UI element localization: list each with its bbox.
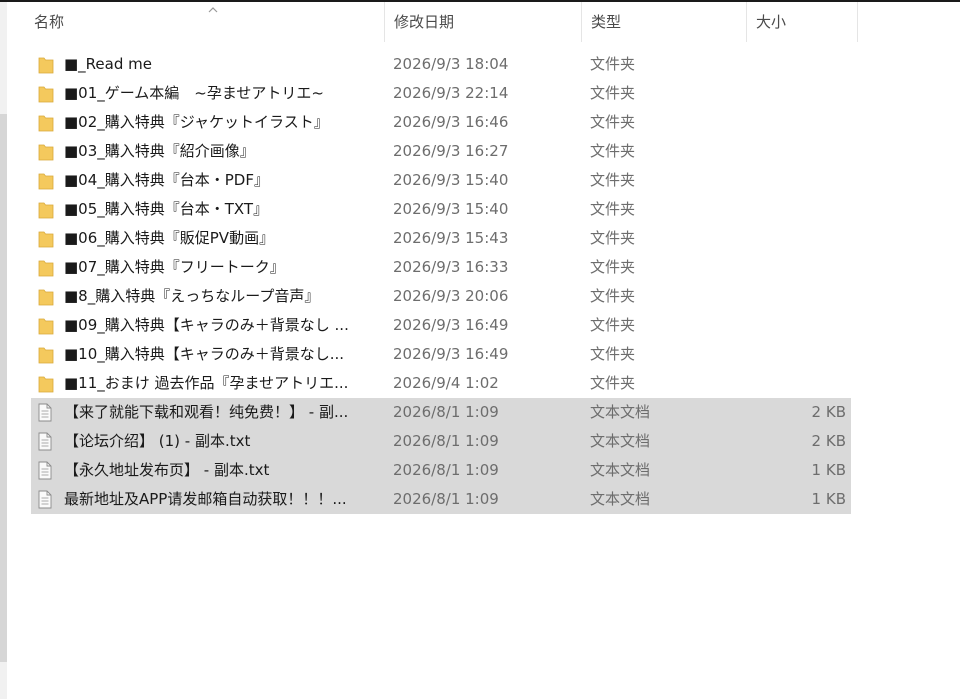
file-type: 文件夹 bbox=[590, 113, 636, 131]
file-row[interactable]: ■8_購入特典『えっちなループ音声』 2026/9/3 20:06 文件夹 bbox=[31, 282, 851, 311]
file-row-selected[interactable]: 【来了就能下载和观看！纯免费！】 - 副... 2026/8/1 1:09 文本… bbox=[31, 398, 851, 427]
file-type: 文本文档 bbox=[590, 461, 651, 479]
file-type: 文件夹 bbox=[590, 258, 636, 276]
file-row[interactable]: ■05_購入特典『台本・TXT』 2026/9/3 15:40 文件夹 bbox=[31, 195, 851, 224]
file-date: 2026/9/3 16:33 bbox=[393, 258, 509, 276]
column-header-date[interactable]: 修改日期 bbox=[384, 2, 581, 42]
file-date: 2026/8/1 1:09 bbox=[393, 432, 499, 450]
file-date: 2026/9/3 16:27 bbox=[393, 142, 509, 160]
navigation-scrollbar-thumb[interactable] bbox=[0, 114, 7, 662]
file-date: 2026/9/3 15:40 bbox=[393, 200, 509, 218]
file-row[interactable]: ■04_購入特典『台本・PDF』 2026/9/3 15:40 文件夹 bbox=[31, 166, 851, 195]
file-list: ■_Read me 2026/9/3 18:04 文件夹 ■01_ゲーム本編 ~… bbox=[31, 50, 851, 514]
file-name: ■01_ゲーム本編 ~孕ませアトリエ~ bbox=[64, 84, 324, 102]
file-name: ■10_購入特典【キャラのみ＋背景なし... bbox=[64, 345, 345, 363]
file-row[interactable]: ■03_購入特典『紹介画像』 2026/9/3 16:27 文件夹 bbox=[31, 137, 851, 166]
file-row[interactable]: ■06_購入特典『販促PV動画』 2026/9/3 15:43 文件夹 bbox=[31, 224, 851, 253]
file-date: 2026/9/3 15:40 bbox=[393, 171, 509, 189]
file-row[interactable]: ■09_購入特典【キャラのみ＋背景なし ... 2026/9/3 16:49 文… bbox=[31, 311, 851, 340]
file-date: 2026/9/3 20:06 bbox=[393, 287, 509, 305]
file-name: ■06_購入特典『販促PV動画』 bbox=[64, 229, 275, 247]
file-type: 文件夹 bbox=[590, 374, 636, 392]
file-name: ■04_購入特典『台本・PDF』 bbox=[64, 171, 269, 189]
file-name: ■02_購入特典『ジャケットイラスト』 bbox=[64, 113, 329, 131]
file-name: 【论坛介绍】 (1) - 副本.txt bbox=[64, 432, 251, 450]
file-type: 文件夹 bbox=[590, 142, 636, 160]
file-date: 2026/8/1 1:09 bbox=[393, 461, 499, 479]
file-row[interactable]: ■_Read me 2026/9/3 18:04 文件夹 bbox=[31, 50, 851, 79]
file-size: 2 KB bbox=[811, 403, 846, 421]
file-size: 1 KB bbox=[811, 490, 846, 508]
column-header-name[interactable]: 名称 bbox=[12, 2, 384, 42]
file-type: 文件夹 bbox=[590, 316, 636, 334]
file-type: 文件夹 bbox=[590, 345, 636, 363]
file-name: ■11_おまけ 過去作品『孕ませアトリエ... bbox=[64, 374, 349, 392]
file-type: 文件夹 bbox=[590, 229, 636, 247]
file-row-selected[interactable]: 【论坛介绍】 (1) - 副本.txt 2026/8/1 1:09 文本文档 2… bbox=[31, 427, 851, 456]
column-header-type-label: 类型 bbox=[591, 13, 622, 31]
file-date: 2026/9/3 16:49 bbox=[393, 345, 509, 363]
file-name: ■_Read me bbox=[64, 55, 152, 73]
column-header-size[interactable]: 大小 bbox=[746, 2, 858, 42]
column-header-size-label: 大小 bbox=[756, 13, 787, 31]
file-name: ■03_購入特典『紹介画像』 bbox=[64, 142, 255, 160]
file-row-selected[interactable]: 【永久地址发布页】 - 副本.txt 2026/8/1 1:09 文本文档 1 … bbox=[31, 456, 851, 485]
file-date: 2026/8/1 1:09 bbox=[393, 490, 499, 508]
navigation-scrollbar[interactable] bbox=[0, 2, 7, 699]
file-date: 2026/9/3 16:49 bbox=[393, 316, 509, 334]
file-name: 最新地址及APP请发邮箱自动获取！！！... bbox=[64, 490, 347, 508]
file-row-selected[interactable]: 最新地址及APP请发邮箱自动获取！！！... 2026/8/1 1:09 文本文… bbox=[31, 485, 851, 514]
column-header-type[interactable]: 类型 bbox=[581, 2, 746, 42]
file-type: 文件夹 bbox=[590, 55, 636, 73]
file-row[interactable]: ■11_おまけ 過去作品『孕ませアトリエ... 2026/9/4 1:02 文件… bbox=[31, 369, 851, 398]
text-document-icon bbox=[38, 490, 52, 519]
file-date: 2026/9/3 18:04 bbox=[393, 55, 509, 73]
file-name: ■8_購入特典『えっちなループ音声』 bbox=[64, 287, 320, 305]
file-name: 【永久地址发布页】 - 副本.txt bbox=[64, 461, 270, 479]
sort-ascending-icon bbox=[208, 7, 218, 13]
file-row[interactable]: ■07_購入特典『フリートーク』 2026/9/3 16:33 文件夹 bbox=[31, 253, 851, 282]
column-header-name-label: 名称 bbox=[34, 13, 65, 31]
file-type: 文件夹 bbox=[590, 200, 636, 218]
file-date: 2026/9/3 16:46 bbox=[393, 113, 509, 131]
file-name: 【来了就能下载和观看！纯免费！】 - 副... bbox=[64, 403, 349, 421]
file-type: 文件夹 bbox=[590, 84, 636, 102]
file-row[interactable]: ■02_購入特典『ジャケットイラスト』 2026/9/3 16:46 文件夹 bbox=[31, 108, 851, 137]
file-row[interactable]: ■01_ゲーム本編 ~孕ませアトリエ~ 2026/9/3 22:14 文件夹 bbox=[31, 79, 851, 108]
file-type: 文本文档 bbox=[590, 490, 651, 508]
file-type: 文件夹 bbox=[590, 171, 636, 189]
file-size: 1 KB bbox=[811, 461, 846, 479]
file-name: ■05_購入特典『台本・TXT』 bbox=[64, 200, 269, 218]
file-type: 文本文档 bbox=[590, 432, 651, 450]
file-row[interactable]: ■10_購入特典【キャラのみ＋背景なし... 2026/9/3 16:49 文件… bbox=[31, 340, 851, 369]
file-type: 文件夹 bbox=[590, 287, 636, 305]
file-date: 2026/9/3 22:14 bbox=[393, 84, 509, 102]
column-header-date-label: 修改日期 bbox=[394, 13, 455, 31]
file-date: 2026/9/4 1:02 bbox=[393, 374, 499, 392]
file-size: 2 KB bbox=[811, 432, 846, 450]
file-name: ■07_購入特典『フリートーク』 bbox=[64, 258, 285, 276]
file-name: ■09_購入特典【キャラのみ＋背景なし ... bbox=[64, 316, 349, 334]
file-type: 文本文档 bbox=[590, 403, 651, 421]
file-date: 2026/9/3 15:43 bbox=[393, 229, 509, 247]
file-date: 2026/8/1 1:09 bbox=[393, 403, 499, 421]
column-header-row: 名称 修改日期 类型 大小 bbox=[12, 2, 858, 42]
